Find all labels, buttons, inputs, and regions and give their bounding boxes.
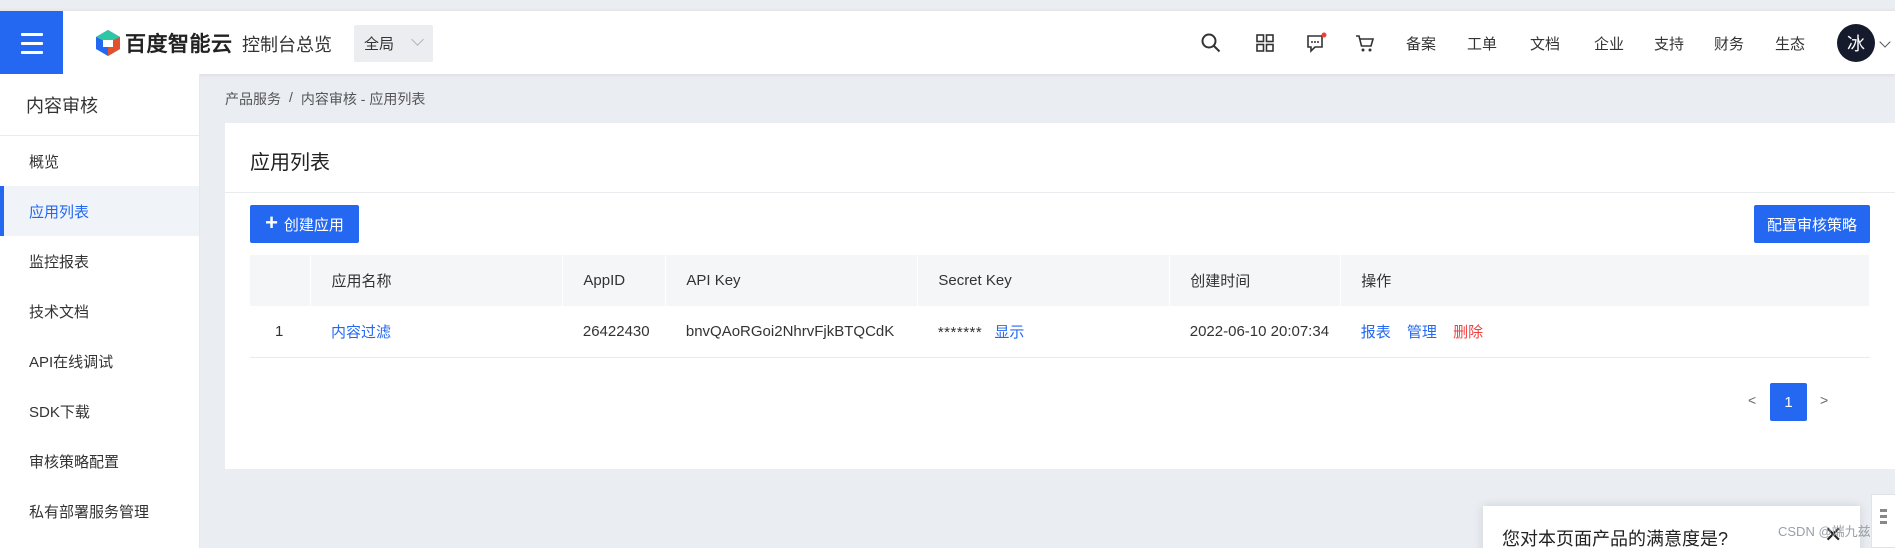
create-app-button[interactable]: + 创建应用	[250, 205, 359, 243]
nav-enterprise[interactable]: 企业	[1594, 33, 1624, 54]
configure-policy-button[interactable]: 配置审核策略	[1754, 205, 1870, 243]
table-row: 1 内容过滤 26422430 bnvQAoRGoi2NhrvFjkBTQCdK…	[250, 306, 1870, 358]
breadcrumb-product-services[interactable]: 产品服务	[225, 89, 281, 109]
report-link[interactable]: 报表	[1361, 324, 1391, 341]
sidebar-item-monitor-report[interactable]: 监控报表	[0, 236, 199, 286]
nav-finance[interactable]: 财务	[1714, 33, 1744, 54]
chevron-down-icon	[411, 33, 424, 46]
page-title: 应用列表	[250, 152, 330, 174]
nav-ecosystem[interactable]: 生态	[1775, 33, 1805, 54]
column-header-actions: 操作	[1340, 255, 1870, 306]
sidebar-item-sdk-download[interactable]: SDK下载	[0, 386, 199, 436]
pagination-next[interactable]: >	[1820, 392, 1828, 408]
nav-docs[interactable]: 文档	[1530, 33, 1560, 54]
nav-ticket[interactable]: 工单	[1467, 33, 1497, 54]
pagination-prev[interactable]: <	[1748, 392, 1756, 408]
sidebar-item-private-deploy[interactable]: 私有部署服务管理	[0, 486, 199, 536]
row-index: 1	[250, 306, 311, 358]
top-navigation-bar: 百度智能云 控制台总览 全局 备案 工单 文档 企业 支持 财务 生态 冰	[0, 10, 1895, 75]
create-app-label: 创建应用	[283, 216, 344, 234]
row-actions: 报表 管理 删除	[1340, 306, 1870, 358]
pagination-page-current[interactable]: 1	[1770, 383, 1807, 421]
column-header-appid: AppID	[562, 255, 667, 306]
region-select-value: 全局	[364, 36, 395, 53]
cart-icon[interactable]	[1354, 32, 1376, 54]
delete-link[interactable]: 删除	[1453, 324, 1483, 341]
watermark: CSDN @端九兹	[1778, 524, 1871, 539]
message-icon[interactable]	[1305, 32, 1327, 54]
app-id-value: 26422430	[562, 306, 666, 358]
brand-name: 百度智能云	[125, 33, 233, 56]
column-header-secret-key: Secret Key	[917, 255, 1171, 306]
column-header-app-name: 应用名称	[310, 255, 564, 306]
secret-key-masked: *******	[937, 323, 983, 341]
app-name-link[interactable]: 内容过滤	[331, 324, 391, 341]
survey-question: 您对本页面产品的满意度是?	[1502, 529, 1729, 548]
column-header-api-key: API Key	[665, 255, 919, 306]
console-overview-link[interactable]: 控制台总览	[242, 31, 332, 57]
sidebar-item-tech-docs[interactable]: 技术文档	[0, 286, 199, 336]
api-key-value: bnvQAoRGoi2NhrvFjkBTQCdK	[665, 306, 918, 358]
plus-icon: +	[265, 210, 278, 235]
sidebar-title: 内容审核	[0, 74, 199, 136]
chevron-down-icon[interactable]	[1879, 36, 1891, 48]
nav-support[interactable]: 支持	[1654, 33, 1684, 54]
hamburger-menu-button[interactable]	[0, 11, 63, 75]
app-list-card: 应用列表 + 创建应用 配置审核策略 应用名称 AppID API Key Se…	[225, 123, 1895, 469]
divider	[225, 192, 1895, 193]
app-table: 应用名称 AppID API Key Secret Key 创建时间 操作 1 …	[250, 255, 1870, 358]
sidebar-item-api-debug[interactable]: API在线调试	[0, 336, 199, 386]
side-float-tab[interactable]	[1871, 494, 1895, 548]
breadcrumb-separator: /	[289, 89, 293, 105]
sidebar: 内容审核 概览 应用列表 监控报表 技术文档 API在线调试 SDK下载 审核策…	[0, 74, 200, 548]
app-grid-icon[interactable]	[1254, 32, 1276, 54]
sidebar-item-policy-config[interactable]: 审核策略配置	[0, 436, 199, 486]
sidebar-item-app-list[interactable]: 应用列表	[0, 186, 199, 236]
user-avatar[interactable]: 冰	[1837, 24, 1875, 62]
column-header-created-time: 创建时间	[1169, 255, 1342, 306]
sidebar-item-overview[interactable]: 概览	[0, 136, 199, 186]
column-header-index	[250, 255, 312, 306]
table-header-row: 应用名称 AppID API Key Secret Key 创建时间 操作	[250, 255, 1870, 306]
cloud-logo-icon	[96, 30, 120, 56]
brand-logo[interactable]: 百度智能云	[95, 28, 233, 58]
nav-beian[interactable]: 备案	[1406, 33, 1436, 54]
search-icon[interactable]	[1200, 32, 1222, 54]
region-select[interactable]: 全局	[354, 25, 433, 62]
breadcrumb: 产品服务 / 内容审核 - 应用列表	[225, 89, 425, 109]
created-time-value: 2022-06-10 20:07:34	[1169, 306, 1341, 358]
breadcrumb-current: 内容审核 - 应用列表	[300, 91, 426, 107]
show-secret-link[interactable]: 显示	[994, 324, 1024, 341]
manage-link[interactable]: 管理	[1407, 324, 1437, 341]
